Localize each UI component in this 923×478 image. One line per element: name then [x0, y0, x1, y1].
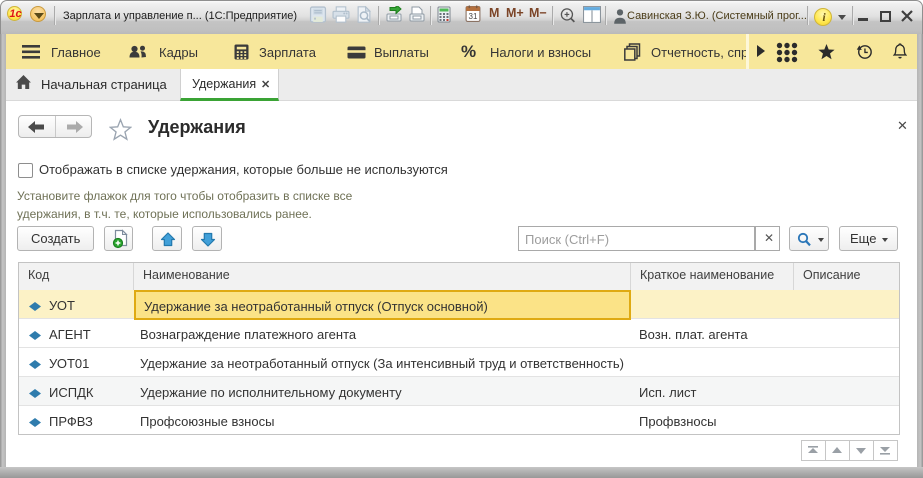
- svg-text:31: 31: [469, 12, 478, 21]
